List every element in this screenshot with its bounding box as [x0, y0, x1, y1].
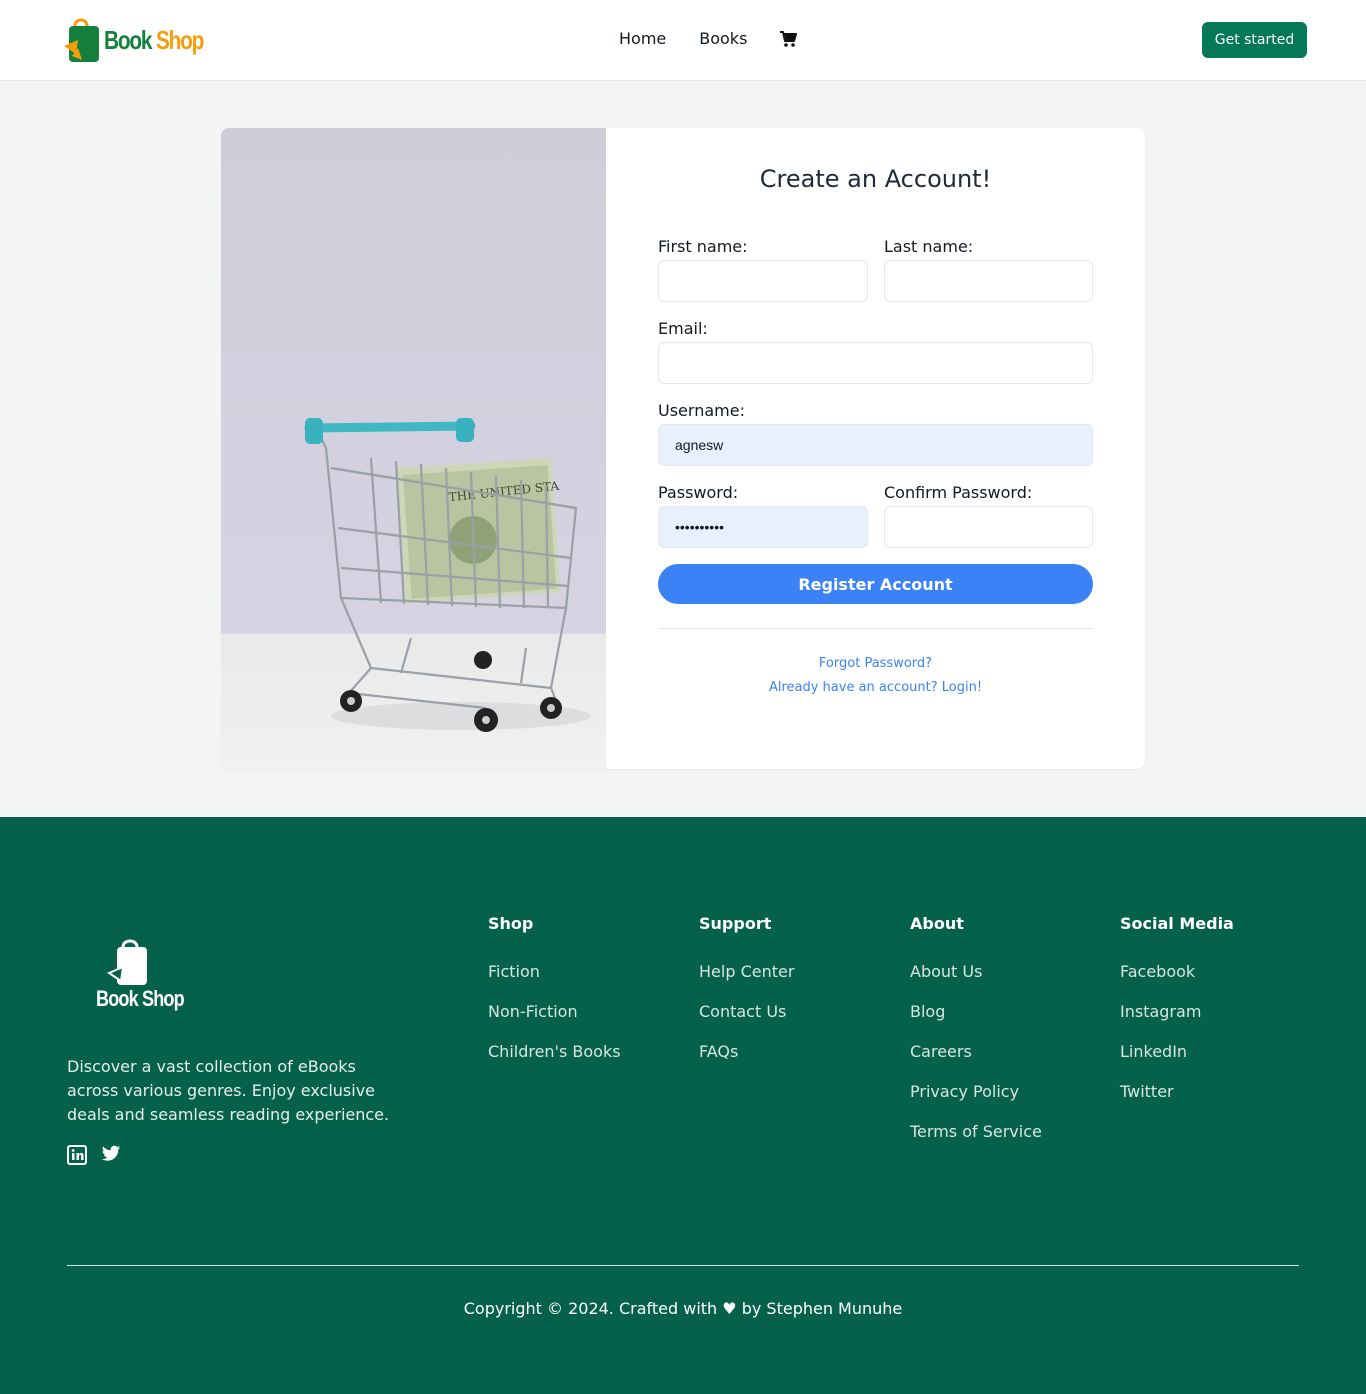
password-label: Password: [658, 483, 739, 502]
password-input[interactable] [658, 506, 868, 548]
logo-word-shop: Shop [156, 24, 204, 55]
cart-illustration: THE UNITED STA [304, 418, 591, 732]
footer-logo-text: Book Shop [96, 986, 185, 1011]
footer-link-privacy-policy[interactable]: Privacy Policy [910, 1082, 1042, 1102]
footer-link-non-fiction[interactable]: Non-Fiction [488, 1002, 621, 1022]
email-input[interactable] [658, 342, 1093, 384]
confirm-password-input[interactable] [884, 506, 1093, 548]
footer-col-title: About [910, 914, 964, 933]
footer-link-fiction[interactable]: Fiction [488, 962, 621, 982]
form-title: Create an Account! [759, 165, 992, 193]
footer-link-blog[interactable]: Blog [910, 1002, 1042, 1022]
username-label: Username: [658, 401, 745, 420]
footer-description: Discover a vast collection of eBooks acr… [67, 1057, 390, 1124]
linkedin-icon[interactable] [67, 1145, 87, 1165]
cart-icon[interactable] [779, 30, 798, 48]
footer-col-title: Support [699, 914, 772, 933]
footer-link-careers[interactable]: Careers [910, 1042, 1042, 1062]
site-footer: Book Shop Discover a vast collection of … [0, 817, 1366, 1394]
shopping-cart-photo: THE UNITED STA [221, 128, 606, 769]
footer-link-faqs[interactable]: FAQs [699, 1042, 794, 1062]
footer-col-about: About About Us Blog Careers Privacy Poli… [910, 914, 1042, 1162]
login-link[interactable]: Already have an account? Login! [606, 680, 1145, 695]
nav-home[interactable]: Home [619, 28, 666, 50]
footer-link-terms-of-service[interactable]: Terms of Service [910, 1122, 1042, 1142]
last-name-label: Last name: [884, 237, 974, 256]
get-started-button[interactable]: Get started [1202, 22, 1307, 58]
footer-link-contact-us[interactable]: Contact Us [699, 1002, 794, 1022]
nav-books[interactable]: Books [699, 28, 747, 50]
last-name-input[interactable] [884, 260, 1093, 302]
shopping-bag-icon [64, 18, 99, 62]
forgot-password-link[interactable]: Forgot Password? [606, 656, 1145, 671]
brand-logo[interactable]: Book Shop [62, 15, 228, 65]
cart-handle [304, 421, 476, 433]
confirm-password-label: Confirm Password: [884, 483, 1033, 502]
register-form: Create an Account! First name: Last name… [606, 128, 1145, 769]
first-name-label: First name: [658, 237, 748, 256]
footer-col-title: Social Media [1120, 914, 1234, 933]
footer-link-about-us[interactable]: About Us [910, 962, 1042, 982]
site-header: Book Shop Home Books Get started [0, 0, 1366, 81]
logo-wordmark: Book Shop [104, 24, 204, 56]
footer-link-twitter[interactable]: Twitter [1120, 1082, 1234, 1102]
footer-col-title: Shop [488, 914, 534, 933]
footer-link-linkedin[interactable]: LinkedIn [1120, 1042, 1234, 1062]
footer-divider [67, 1265, 1299, 1266]
footer-link-childrens-books[interactable]: Children's Books [488, 1042, 621, 1062]
email-label: Email: [658, 319, 708, 338]
footer-col-support: Support Help Center Contact Us FAQs [699, 914, 794, 1082]
footer-col-shop: Shop Fiction Non-Fiction Children's Book… [488, 914, 621, 1082]
footer-link-instagram[interactable]: Instagram [1120, 1002, 1234, 1022]
twitter-icon[interactable] [101, 1145, 121, 1165]
footer-col-social-media: Social Media Facebook Instagram LinkedIn… [1120, 914, 1234, 1122]
username-input[interactable] [658, 424, 1093, 466]
footer-social-links [67, 1145, 121, 1165]
copyright-text: Copyright © 2024. Crafted with ♥ by Step… [463, 1299, 903, 1318]
register-account-button[interactable]: Register Account [658, 564, 1093, 604]
first-name-input[interactable] [658, 260, 868, 302]
logo-word-book: Book [104, 24, 152, 55]
register-card: THE UNITED STA Create an Account! First … [221, 128, 1145, 769]
footer-link-help-center[interactable]: Help Center [699, 962, 794, 982]
form-divider [658, 628, 1093, 629]
main-nav: Home Books [619, 28, 798, 50]
footer-link-facebook[interactable]: Facebook [1120, 962, 1234, 982]
